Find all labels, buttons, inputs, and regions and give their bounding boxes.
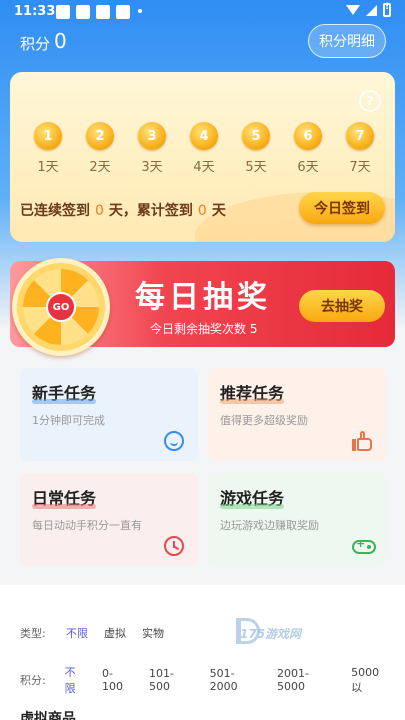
day-label: 5天 bbox=[245, 160, 267, 175]
filter-option[interactable]: 501-2000 bbox=[210, 667, 261, 693]
notification-dot-icon bbox=[138, 9, 142, 13]
points-label: 积分 bbox=[20, 35, 51, 53]
day-label: 4天 bbox=[193, 160, 215, 175]
checkin-today-button[interactable]: 今日签到 bbox=[299, 192, 385, 224]
notification-icon bbox=[96, 5, 110, 19]
checkin-day: 4 4天 bbox=[184, 122, 224, 175]
lottery-wheel-icon[interactable]: GO bbox=[12, 258, 110, 356]
coin-icon: 6 bbox=[294, 122, 322, 150]
task-title: 新手任务 bbox=[32, 380, 97, 404]
checkin-summary: 已连续签到 0 天，累计签到 0 天 bbox=[20, 200, 226, 220]
streak-prefix: 已连续签到 bbox=[20, 203, 90, 219]
checkin-day: 7 7天 bbox=[340, 122, 380, 175]
coin-icon: 3 bbox=[138, 122, 166, 150]
section-title: 虚拟商品 bbox=[20, 711, 76, 720]
streak-mid: 天，累计签到 bbox=[108, 203, 193, 219]
go-lottery-button[interactable]: 去抽奖 bbox=[299, 290, 385, 322]
gamepad-icon bbox=[352, 537, 376, 554]
points-value: 0 bbox=[54, 29, 67, 53]
coin-icon: 4 bbox=[190, 122, 218, 150]
watermark-text: 175游戏网 bbox=[240, 627, 302, 641]
help-icon[interactable]: ? bbox=[359, 90, 381, 112]
day-label: 3天 bbox=[141, 160, 163, 175]
filter-option[interactable]: 不限 bbox=[65, 664, 86, 696]
total-days: 0 bbox=[197, 203, 207, 219]
signal-icon bbox=[366, 4, 377, 16]
day-label: 6天 bbox=[297, 160, 319, 175]
filter-option[interactable]: 2001-5000 bbox=[277, 667, 335, 693]
task-desc: 值得更多超级奖励 bbox=[220, 414, 308, 427]
checkin-day: 5 5天 bbox=[236, 122, 276, 175]
thumbs-up-icon bbox=[352, 431, 372, 451]
filter-option[interactable]: 101-500 bbox=[149, 667, 194, 693]
task-desc: 每日动动手积分一直有 bbox=[32, 519, 142, 532]
task-title: 游戏任务 bbox=[220, 485, 285, 509]
points-filter-row: 积分: 不限 0-100 101-500 501-2000 2001-5000 … bbox=[20, 664, 405, 696]
streak-suffix: 天 bbox=[211, 203, 226, 219]
type-filter-label: 类型: bbox=[20, 627, 46, 640]
checkin-day: 6 6天 bbox=[288, 122, 328, 175]
streak-days: 0 bbox=[95, 203, 104, 219]
battery-icon bbox=[383, 2, 391, 17]
filter-option[interactable]: 5000以 bbox=[351, 666, 389, 695]
filter-option[interactable]: 不限 bbox=[66, 625, 88, 641]
coin-icon: 2 bbox=[86, 122, 114, 150]
notification-icon bbox=[76, 5, 90, 19]
checkin-day: 2 2天 bbox=[80, 122, 120, 175]
checkin-day: 1 1天 bbox=[28, 122, 68, 175]
task-title: 日常任务 bbox=[32, 485, 97, 509]
task-card-recommend[interactable]: 推荐任务 值得更多超级奖励 bbox=[208, 368, 386, 461]
filter-option[interactable]: 实物 bbox=[142, 625, 164, 641]
day-label: 1天 bbox=[37, 160, 59, 175]
type-filter-row: 类型: 不限 虚拟 实物 bbox=[20, 625, 180, 641]
task-desc: 边玩游戏边赚取奖励 bbox=[220, 519, 319, 532]
task-card-daily[interactable]: 日常任务 每日动动手积分一直有 bbox=[20, 473, 198, 566]
points-detail-button[interactable]: 积分明细 bbox=[308, 24, 386, 58]
task-title: 推荐任务 bbox=[220, 380, 285, 404]
smile-icon bbox=[164, 431, 184, 451]
coin-icon: 1 bbox=[34, 122, 62, 150]
clock-icon bbox=[164, 536, 184, 556]
task-card-game[interactable]: 游戏任务 边玩游戏边赚取奖励 bbox=[208, 473, 386, 566]
checkin-day: 3 3天 bbox=[132, 122, 172, 175]
lottery-title: 每日抽奖 bbox=[135, 280, 271, 315]
task-card-newbie[interactable]: 新手任务 1分钟即可完成 bbox=[20, 368, 198, 461]
status-icons bbox=[346, 2, 391, 17]
filter-section bbox=[0, 585, 405, 720]
day-label: 7天 bbox=[349, 160, 371, 175]
status-time: 11:33 bbox=[14, 4, 56, 19]
points-filter-label: 积分: bbox=[20, 674, 46, 687]
checkin-card: ? 1 1天 2 2天 3 3天 4 4天 5 5天 6 6天 7 7天 已连续… bbox=[10, 72, 395, 242]
coin-icon: 7 bbox=[346, 122, 374, 150]
day-label: 2天 bbox=[89, 160, 111, 175]
task-desc: 1分钟即可完成 bbox=[32, 414, 105, 427]
status-bar: 11:33 bbox=[0, 0, 405, 24]
filter-option[interactable]: 0-100 bbox=[102, 667, 133, 693]
wheel-go-button[interactable]: GO bbox=[46, 292, 76, 322]
notification-icon bbox=[56, 5, 70, 19]
wifi-icon bbox=[346, 5, 360, 15]
coin-icon: 5 bbox=[242, 122, 270, 150]
filter-option[interactable]: 虚拟 bbox=[104, 625, 126, 641]
notification-icon bbox=[116, 5, 130, 19]
lottery-remaining: 今日剩余抽奖次数 5 bbox=[150, 322, 258, 336]
